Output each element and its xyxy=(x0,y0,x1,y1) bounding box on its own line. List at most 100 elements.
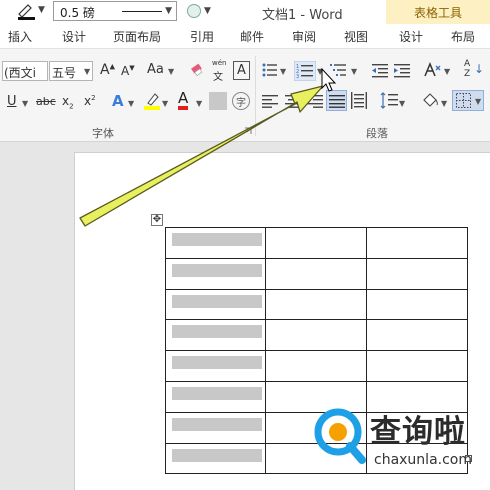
chevron-down-icon[interactable]: ▼ xyxy=(204,6,211,16)
table-row xyxy=(165,227,468,259)
chevron-down-icon[interactable]: ▼ xyxy=(22,99,28,108)
font-size-value: 五号 xyxy=(52,66,77,80)
increase-indent-icon[interactable] xyxy=(394,62,410,78)
tab-review[interactable]: 审阅 xyxy=(292,28,316,45)
chevron-down-icon: ▼ xyxy=(165,6,172,16)
table-cell[interactable] xyxy=(366,227,468,259)
justify-button[interactable] xyxy=(326,90,347,111)
sort-arrow-icon: ↓ xyxy=(474,62,485,76)
table-cell[interactable] xyxy=(165,411,266,444)
table-cell[interactable] xyxy=(366,319,468,352)
table-cell[interactable] xyxy=(265,288,367,321)
line-weight-select[interactable]: 0.5 磅 ▼ xyxy=(53,1,177,21)
blurred-text xyxy=(172,356,262,370)
table-cell[interactable] xyxy=(165,319,266,352)
chevron-down-icon[interactable]: ▼ xyxy=(196,99,202,108)
shading-icon[interactable] xyxy=(187,4,201,18)
tab-table-layout[interactable]: 布局 xyxy=(451,28,475,45)
grow-font-button[interactable]: A▲ xyxy=(100,62,115,78)
superscript-digit: 2 xyxy=(91,94,96,102)
phonetic-guide-button[interactable]: wén 文 xyxy=(211,59,227,83)
chevron-down-icon[interactable]: ▼ xyxy=(351,67,357,76)
character-shading-icon[interactable] xyxy=(209,92,227,110)
chevron-down-icon[interactable]: ▼ xyxy=(399,99,405,108)
sort-z: Z xyxy=(464,69,471,79)
table-row xyxy=(165,319,468,352)
tab-design[interactable]: 设计 xyxy=(62,28,86,45)
borders-button[interactable]: ▼ xyxy=(452,90,484,111)
decrease-indent-icon[interactable] xyxy=(372,62,388,78)
character-border-label: A xyxy=(237,63,246,78)
table-cell[interactable] xyxy=(165,257,266,290)
chevron-down-icon: ▼ xyxy=(475,97,482,106)
sort-button[interactable]: A Z ↓ xyxy=(462,59,484,83)
text-effects-button[interactable]: A xyxy=(112,92,124,110)
tab-page-layout[interactable]: 页面布局 xyxy=(113,28,161,45)
character-border-button[interactable]: A xyxy=(233,61,250,80)
underline-button[interactable]: U xyxy=(7,94,17,109)
chevron-down-icon[interactable]: ▼ xyxy=(168,67,174,76)
tab-insert[interactable]: 插入 xyxy=(8,28,32,45)
chinese-layout-icon[interactable] xyxy=(423,62,443,78)
align-left-icon[interactable] xyxy=(262,94,278,108)
numbering-icon[interactable]: 1 2 3 xyxy=(294,61,316,81)
table-cell[interactable] xyxy=(165,350,266,382)
table-cell[interactable] xyxy=(366,288,468,321)
justify-icon xyxy=(329,95,345,108)
table-cell[interactable] xyxy=(165,380,266,413)
font-color-button[interactable]: A xyxy=(178,91,189,110)
superscript-button[interactable]: x2 xyxy=(84,94,96,108)
font-size-select[interactable]: 五号 ▼ xyxy=(49,61,93,81)
tab-view[interactable]: 视图 xyxy=(344,28,368,45)
table-move-handle-icon[interactable]: ✥ xyxy=(151,214,163,226)
chevron-down-icon: ▼ xyxy=(84,67,91,76)
tab-mailings[interactable]: 邮件 xyxy=(240,28,264,45)
table-row xyxy=(165,288,468,321)
change-case-button[interactable]: Aa xyxy=(147,62,164,77)
watermark-url: chaxunla.com xyxy=(374,452,472,468)
pen-color-icon[interactable] xyxy=(16,2,38,20)
dialog-launcher-icon[interactable] xyxy=(244,127,252,135)
table-cell[interactable] xyxy=(366,350,468,382)
line-spacing-icon[interactable] xyxy=(380,92,398,109)
multilevel-list-icon[interactable] xyxy=(330,62,348,78)
chevron-down-icon[interactable]: ▼ xyxy=(162,99,168,108)
subscript-button[interactable]: x2 xyxy=(62,94,74,110)
tab-table-design[interactable]: 设计 xyxy=(399,28,423,45)
enclose-char: 字 xyxy=(236,98,246,109)
clear-formatting-icon[interactable] xyxy=(190,62,206,78)
title-bar: ▼ 0.5 磅 ▼ ▼ 文档1 - Word 表格工具 xyxy=(0,0,490,24)
chevron-down-icon[interactable]: ▼ xyxy=(444,67,450,76)
align-right-icon[interactable] xyxy=(307,94,323,108)
blurred-text xyxy=(172,417,262,431)
borders-icon xyxy=(456,93,471,108)
tab-references[interactable]: 引用 xyxy=(190,28,214,45)
document-title: 文档1 - Word xyxy=(262,8,343,23)
table-cell[interactable] xyxy=(165,442,266,475)
table-cell[interactable] xyxy=(265,319,367,352)
table-cell[interactable] xyxy=(165,288,266,321)
magnifier-logo-icon xyxy=(314,408,366,464)
table-cell[interactable] xyxy=(165,227,266,259)
enclose-characters-button[interactable]: 字 xyxy=(232,92,250,110)
chevron-down-icon[interactable]: ▼ xyxy=(128,99,134,108)
shrink-font-button[interactable]: A▼ xyxy=(121,64,135,78)
strikethrough-button[interactable]: abc xyxy=(36,95,56,108)
bullets-icon[interactable] xyxy=(262,62,278,78)
table-cell[interactable] xyxy=(265,227,367,259)
table-cell[interactable] xyxy=(265,350,367,382)
font-name-value: (西文i xyxy=(4,66,37,80)
distributed-icon[interactable] xyxy=(351,92,367,109)
font-name-select[interactable]: (西文i xyxy=(2,61,48,81)
chevron-down-icon[interactable]: ▼ xyxy=(38,5,45,15)
table-cell[interactable] xyxy=(265,257,367,290)
align-center-icon[interactable] xyxy=(285,94,301,108)
blurred-text xyxy=(172,448,262,462)
chevron-down-icon[interactable]: ▼ xyxy=(317,67,323,76)
paragraph-shading-icon[interactable] xyxy=(420,91,440,110)
chevron-down-icon[interactable]: ▼ xyxy=(280,67,286,76)
chevron-down-icon[interactable]: ▼ xyxy=(441,99,447,108)
table-cell[interactable] xyxy=(366,257,468,290)
table-row xyxy=(165,350,468,382)
highlight-icon[interactable] xyxy=(143,91,161,111)
